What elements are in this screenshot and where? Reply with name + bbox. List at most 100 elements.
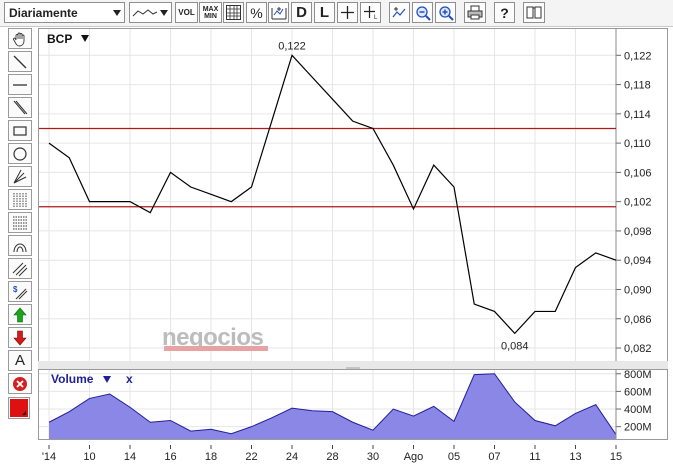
color-swatch-icon [10, 399, 28, 417]
speed-lines-tool-button[interactable]: $ [8, 281, 32, 302]
x-tick-label: 11 [529, 451, 540, 463]
parallel-lines-tool-button[interactable] [8, 97, 32, 118]
ellipse-tool-button[interactable] [8, 143, 32, 164]
crosshair-icon [341, 6, 354, 19]
max-label: MAX [202, 5, 219, 13]
rectangle-tool-button[interactable] [8, 120, 32, 141]
y-tick-label: 0,090 [624, 284, 652, 296]
buy-signal-tool-button[interactable] [8, 304, 32, 325]
vertical-levels-icon [13, 192, 27, 207]
y-tick-label: 0,122 [624, 50, 652, 62]
y-tick-label: 0,082 [624, 343, 652, 355]
fan-lines-icon [13, 169, 27, 183]
y-tick-label: 800M [624, 370, 652, 381]
help-icon: ? [500, 4, 509, 21]
x-tick-label: 07 [488, 451, 500, 463]
y-tick-label: 0,118 [624, 80, 651, 92]
help-button[interactable]: ? [494, 2, 515, 23]
y-tick-label: 0,098 [624, 226, 652, 238]
value-annotation: 0,084 [501, 340, 529, 352]
diagonal-line-icon [13, 55, 27, 68]
text-a-icon: A [14, 352, 25, 369]
percent-button[interactable]: % [246, 2, 267, 23]
text-tool-button[interactable]: A [8, 350, 32, 371]
x-tick-label: 24 [286, 451, 298, 463]
zoom-in-button[interactable] [435, 2, 456, 23]
crosshair-label-button[interactable]: L [360, 2, 381, 23]
x-tick-label: 10 [83, 451, 95, 463]
zoom-out-button[interactable] [412, 2, 433, 23]
x-axis: '14 10 14 16 18 22 24 28 30 Ago 05 07 11 13 15 [42, 445, 622, 463]
x-tick-label: 13 [569, 451, 581, 463]
chevron-down-icon [103, 376, 111, 383]
x-tick-label: 05 [448, 451, 460, 463]
crosshair-label-icon: L [363, 6, 378, 20]
x-tick-label: 30 [367, 451, 379, 463]
volume-chart-title: Volume [51, 372, 94, 386]
sell-signal-tool-button[interactable] [8, 327, 32, 348]
fan-lines-tool-button[interactable] [8, 166, 32, 187]
print-button[interactable] [464, 2, 486, 23]
logo-underline [164, 346, 268, 351]
y-tick-label: 0,102 [624, 197, 652, 209]
zoom-out-icon [415, 5, 431, 21]
color-picker-button[interactable] [8, 397, 30, 419]
fibonacci-tool-button[interactable] [8, 212, 32, 233]
channel-tool-button[interactable] [8, 258, 32, 279]
y-tick-label: 600M [624, 386, 652, 398]
log-scale-l-button[interactable]: L [314, 2, 335, 23]
volume-toggle-button[interactable]: VOL [175, 2, 198, 23]
arrow-down-icon [13, 330, 27, 345]
x-tick-label: Ago [404, 451, 424, 463]
chevron-down-icon [81, 35, 89, 42]
grid-toggle-button[interactable] [223, 2, 244, 23]
trend-line-tool-button[interactable] [8, 51, 32, 72]
value-annotation: 0,122 [278, 40, 306, 52]
compare-button[interactable] [268, 2, 289, 23]
grid-icon [226, 5, 241, 20]
arc-icon [13, 243, 27, 252]
circle-icon [13, 146, 27, 161]
volume-close-button: x [126, 372, 133, 386]
y-tick-label: 200M [624, 422, 652, 434]
volume-chart[interactable]: 200M 400M 600M 800M Volume x [39, 369, 667, 439]
x-tick-label: 18 [205, 451, 217, 463]
x-tick-label: 14 [124, 451, 136, 463]
chevron-down-icon [113, 10, 121, 16]
y-tick-label: 0,114 [624, 109, 651, 121]
vertical-levels-tool-button[interactable] [8, 189, 32, 210]
pan-tool-button[interactable] [8, 28, 32, 49]
arrow-up-icon [13, 307, 27, 322]
delete-drawings-button[interactable] [8, 373, 32, 394]
max-min-button[interactable]: MAX MIN [199, 2, 222, 23]
period-dropdown[interactable]: Diariamente [4, 2, 125, 23]
volume-chart-panel: 200M 400M 600M 800M Volume x [38, 369, 668, 440]
chart-toolbar: Diariamente VOL MAX MIN % D L L ? [0, 0, 673, 27]
chart-type-dropdown[interactable] [129, 2, 172, 23]
price-chart-title: BCP [47, 32, 72, 46]
dollar-lines-icon: $ [13, 285, 28, 299]
svg-text:L: L [374, 15, 378, 20]
horizontal-line-icon [13, 83, 27, 86]
negocios-logo: negocios [162, 324, 272, 354]
trend-button[interactable] [389, 2, 410, 23]
y-tick-label: 0,106 [624, 167, 652, 179]
y-tick-label: 0,086 [624, 314, 652, 326]
crosshair-button[interactable] [337, 2, 358, 23]
layout-button[interactable] [523, 2, 545, 23]
x-tick-label: '14 [42, 451, 56, 463]
horizontal-line-tool-button[interactable] [8, 74, 32, 95]
price-chart[interactable]: 0,082 0,086 0,090 0,094 0,098 0,102 0,106 0,110… [39, 29, 667, 361]
x-tick-label: 15 [610, 451, 622, 463]
parallel-lines-icon [13, 100, 28, 114]
panel-resize-handle[interactable] [38, 361, 668, 373]
trend-icon [392, 7, 405, 18]
channel-icon [12, 262, 28, 276]
hand-icon [13, 32, 25, 46]
printer-icon [467, 5, 483, 20]
x-tick-label: 22 [245, 451, 257, 463]
y-tick-label: 0,094 [624, 255, 652, 267]
draw-mode-d-button[interactable]: D [291, 2, 312, 23]
arc-tool-button[interactable] [8, 235, 32, 256]
svg-text:$: $ [13, 285, 18, 294]
